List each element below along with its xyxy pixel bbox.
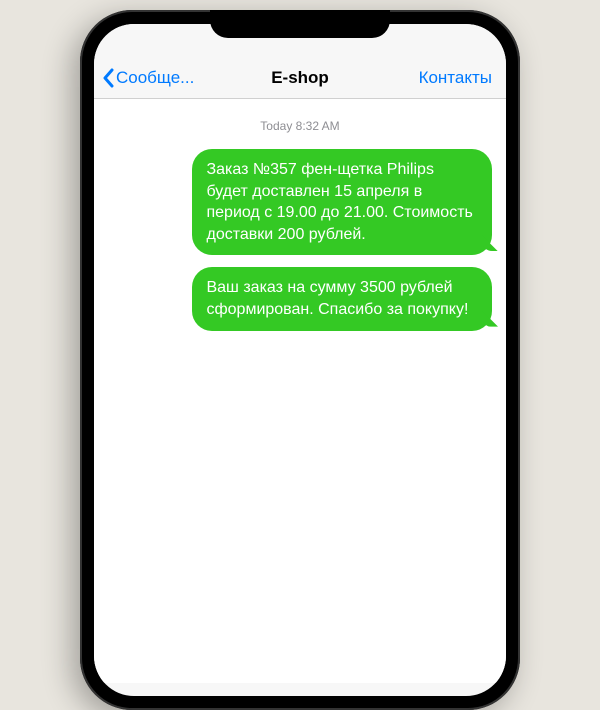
message-bubble[interactable]: Заказ №357 фен-щетка Philips будет доста…	[192, 149, 492, 255]
phone-frame: Сообще... E-shop Контакты Today 8:32 AM …	[80, 10, 520, 710]
chevron-left-icon	[102, 68, 114, 88]
back-label: Сообще...	[116, 68, 194, 88]
message-row: Ваш заказ на сумму 3500 рублей сформиров…	[108, 267, 492, 330]
back-button[interactable]: Сообще...	[102, 68, 194, 88]
message-bubble[interactable]: Ваш заказ на сумму 3500 рублей сформиров…	[192, 267, 492, 330]
contacts-button[interactable]: Контакты	[419, 68, 492, 88]
screen: Сообще... E-shop Контакты Today 8:32 AM …	[94, 24, 506, 696]
thread-timestamp: Today 8:32 AM	[108, 119, 492, 133]
message-row: Заказ №357 фен-щетка Philips будет доста…	[108, 149, 492, 255]
phone-notch	[210, 10, 390, 38]
messages-area[interactable]: Today 8:32 AM Заказ №357 фен-щетка Phili…	[94, 99, 506, 683]
conversation-title: E-shop	[271, 68, 329, 88]
